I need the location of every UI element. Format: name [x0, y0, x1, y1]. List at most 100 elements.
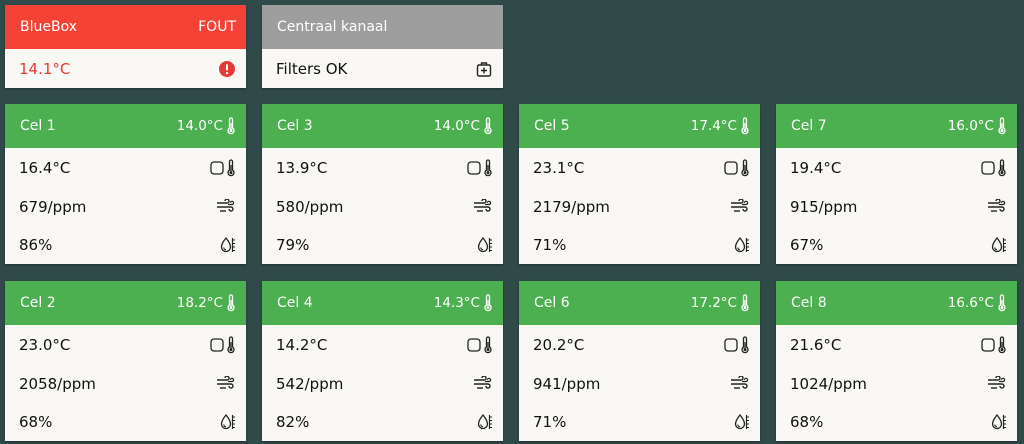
cell-header: Cel 4 14.3°C: [262, 281, 503, 325]
cell-header: Cel 6 17.2°C: [519, 281, 760, 325]
medical-bag-icon: [475, 60, 493, 78]
cell-humidity: 67%: [790, 236, 824, 254]
central-channel-title: Centraal kanaal: [277, 19, 388, 35]
room-thermometer-icon: [981, 159, 1007, 177]
cell-co2: 915/ppm: [790, 198, 858, 216]
cell-temperature-row: 13.9°C: [262, 148, 503, 188]
cell-setpoint: 17.4°C: [690, 118, 737, 134]
cell-temperature: 14.2°C: [276, 336, 328, 354]
cell-setpoint: 17.2°C: [690, 295, 737, 311]
filters-status-row: Filters OK: [262, 49, 503, 88]
cell-humidity: 79%: [276, 236, 310, 254]
cell-temperature: 16.4°C: [19, 159, 71, 177]
cell-card[interactable]: Cel 4 14.3°C 14.2°C 542/ppm 82%: [262, 281, 503, 441]
cell-setpoint: 16.6°C: [947, 295, 994, 311]
water-percent-icon: [991, 413, 1007, 431]
cell-setpoint: 16.0°C: [947, 118, 994, 134]
cell-temperature-row: 19.4°C: [776, 148, 1017, 188]
cell-setpoint: 14.0°C: [176, 118, 223, 134]
cell-co2: 580/ppm: [276, 198, 344, 216]
cell-header: Cel 2 18.2°C: [5, 281, 246, 325]
cell-name: Cel 3: [277, 118, 313, 134]
central-channel-header: Centraal kanaal: [262, 5, 503, 49]
cell-setpoint: 18.2°C: [176, 295, 223, 311]
cell-card[interactable]: Cel 5 17.4°C 23.1°C 2179/ppm 71%: [519, 104, 760, 264]
cell-co2-row: 542/ppm: [262, 365, 503, 403]
cell-name: Cel 7: [791, 118, 827, 134]
cell-card[interactable]: Cel 3 14.0°C 13.9°C 580/ppm 79%: [262, 104, 503, 264]
cell-humidity-row: 71%: [519, 403, 760, 441]
cell-co2-row: 2058/ppm: [5, 365, 246, 403]
cell-header: Cel 1 14.0°C: [5, 104, 246, 148]
cell-humidity: 82%: [276, 413, 310, 431]
thermometer-icon: [483, 294, 493, 312]
water-percent-icon: [991, 236, 1007, 254]
cell-name: Cel 4: [277, 295, 313, 311]
cell-card[interactable]: Cel 6 17.2°C 20.2°C 941/ppm 71%: [519, 281, 760, 441]
cell-temperature-row: 23.1°C: [519, 148, 760, 188]
room-thermometer-icon: [724, 159, 750, 177]
cell-temperature-row: 16.4°C: [5, 148, 246, 188]
air-flow-icon: [730, 199, 750, 215]
cell-humidity-row: 68%: [776, 403, 1017, 441]
central-channel-card[interactable]: Centraal kanaal Filters OK: [262, 5, 503, 88]
cell-temperature: 21.6°C: [790, 336, 842, 354]
cell-name: Cel 2: [20, 295, 56, 311]
air-flow-icon: [987, 376, 1007, 392]
room-thermometer-icon: [210, 159, 236, 177]
air-flow-icon: [730, 376, 750, 392]
air-flow-icon: [987, 199, 1007, 215]
cell-card[interactable]: Cel 1 14.0°C 16.4°C 679/ppm 86%: [5, 104, 246, 264]
cell-humidity: 68%: [790, 413, 824, 431]
bluebox-card[interactable]: BlueBox FOUT 14.1°C: [5, 5, 246, 88]
room-thermometer-icon: [467, 336, 493, 354]
water-percent-icon: [220, 413, 236, 431]
water-percent-icon: [734, 236, 750, 254]
cell-card[interactable]: Cel 2 18.2°C 23.0°C 2058/ppm 68%: [5, 281, 246, 441]
cell-name: Cel 1: [20, 118, 56, 134]
cell-card[interactable]: Cel 7 16.0°C 19.4°C 915/ppm 67%: [776, 104, 1017, 264]
cell-co2-row: 2179/ppm: [519, 188, 760, 226]
thermometer-icon: [226, 117, 236, 135]
cell-humidity-row: 71%: [519, 226, 760, 264]
cell-header: Cel 8 16.6°C: [776, 281, 1017, 325]
cell-setpoint: 14.0°C: [433, 118, 480, 134]
water-percent-icon: [734, 413, 750, 431]
thermometer-icon: [997, 294, 1007, 312]
air-flow-icon: [216, 376, 236, 392]
cell-card[interactable]: Cel 8 16.6°C 21.6°C 1024/ppm 68%: [776, 281, 1017, 441]
cell-humidity-row: 68%: [5, 403, 246, 441]
cell-humidity-row: 82%: [262, 403, 503, 441]
cell-temperature: 23.0°C: [19, 336, 71, 354]
cell-temperature-row: 20.2°C: [519, 325, 760, 365]
cell-temperature: 19.4°C: [790, 159, 842, 177]
cell-co2: 2058/ppm: [19, 375, 96, 393]
cell-name: Cel 5: [534, 118, 570, 134]
cell-co2-row: 580/ppm: [262, 188, 503, 226]
cell-temperature: 13.9°C: [276, 159, 328, 177]
cell-humidity-row: 79%: [262, 226, 503, 264]
water-percent-icon: [477, 236, 493, 254]
cell-co2: 542/ppm: [276, 375, 344, 393]
room-thermometer-icon: [210, 336, 236, 354]
cell-co2-row: 915/ppm: [776, 188, 1017, 226]
cell-header: Cel 3 14.0°C: [262, 104, 503, 148]
cell-co2: 1024/ppm: [790, 375, 867, 393]
cell-header: Cel 5 17.4°C: [519, 104, 760, 148]
bluebox-temperature: 14.1°C: [19, 59, 71, 78]
cell-temperature-row: 21.6°C: [776, 325, 1017, 365]
bluebox-title: BlueBox: [20, 19, 78, 35]
air-flow-icon: [216, 199, 236, 215]
bluebox-temperature-row: 14.1°C: [5, 49, 246, 88]
cell-humidity-row: 86%: [5, 226, 246, 264]
cell-humidity: 71%: [533, 413, 567, 431]
air-flow-icon: [473, 199, 493, 215]
cell-humidity: 86%: [19, 236, 53, 254]
cell-co2: 2179/ppm: [533, 198, 610, 216]
cell-temperature: 20.2°C: [533, 336, 585, 354]
thermometer-icon: [483, 117, 493, 135]
cell-co2: 941/ppm: [533, 375, 601, 393]
cell-name: Cel 8: [791, 295, 827, 311]
cell-co2-row: 941/ppm: [519, 365, 760, 403]
cell-co2-row: 1024/ppm: [776, 365, 1017, 403]
